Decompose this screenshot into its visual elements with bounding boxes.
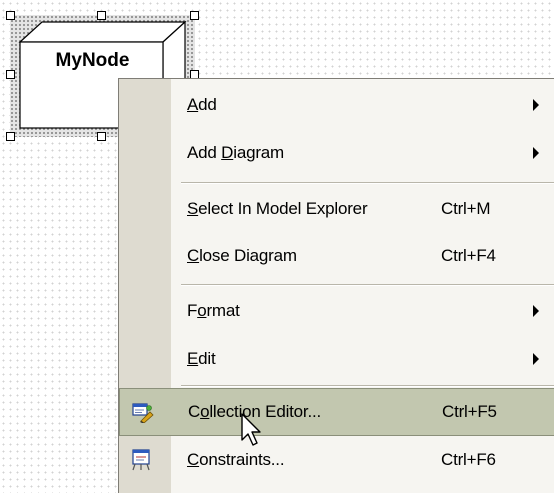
resize-handle-bottom-center[interactable] xyxy=(97,132,106,141)
submenu-arrow-icon xyxy=(533,305,539,317)
menu-item-select-in-model-explorer[interactable]: Select In Model Explorer Ctrl+M xyxy=(119,185,554,233)
menu-separator xyxy=(181,385,554,387)
submenu-arrow-icon xyxy=(533,353,539,365)
menu-item-label: Close Diagram xyxy=(187,246,297,265)
menu-item-label: Edit xyxy=(187,349,216,368)
resize-handle-top-center[interactable] xyxy=(97,11,106,20)
menu-separator xyxy=(181,182,554,184)
node-label: MyNode xyxy=(55,50,130,71)
menu-item-shortcut: Ctrl+F4 xyxy=(441,246,496,265)
menu-item-collection-editor[interactable]: Collection Editor... Ctrl+F5 xyxy=(119,388,554,436)
collection-editor-icon xyxy=(132,403,154,423)
menu-separator xyxy=(181,284,554,286)
menu-item-label: Add Diagram xyxy=(187,143,285,162)
menu-item-label: Format xyxy=(187,301,240,320)
mouse-cursor-icon xyxy=(241,413,261,446)
menu-item-label: Add xyxy=(187,95,217,114)
submenu-arrow-icon xyxy=(533,147,539,159)
menu-item-format[interactable]: Format xyxy=(119,287,554,335)
context-menu: Add Add Diagram Select In Model Explorer… xyxy=(118,78,554,493)
resize-handle-top-left[interactable] xyxy=(6,11,15,20)
menu-item-shortcut: Ctrl+M xyxy=(441,199,491,218)
menu-item-label: Select In Model Explorer xyxy=(187,199,368,218)
menu-item-edit[interactable]: Edit xyxy=(119,335,554,383)
menu-item-shortcut: Ctrl+F5 xyxy=(442,402,497,421)
menu-item-add-diagram[interactable]: Add Diagram xyxy=(119,129,554,177)
menu-item-shortcut: Ctrl+F6 xyxy=(441,450,496,469)
resize-handle-bottom-left[interactable] xyxy=(6,132,15,141)
resize-handle-top-right[interactable] xyxy=(190,11,199,20)
resize-handle-middle-left[interactable] xyxy=(6,70,15,79)
menu-item-close-diagram[interactable]: Close Diagram Ctrl+F4 xyxy=(119,232,554,280)
menu-item-label: Constraints... xyxy=(187,450,285,469)
menu-item-constraints[interactable]: Constraints... Ctrl+F6 xyxy=(119,436,554,484)
constraints-icon xyxy=(132,449,150,471)
menu-item-add[interactable]: Add xyxy=(119,81,554,129)
submenu-arrow-icon xyxy=(533,99,539,111)
